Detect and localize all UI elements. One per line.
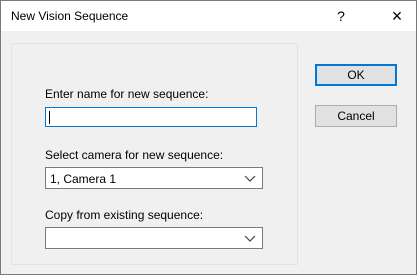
name-label: Enter name for new sequence: xyxy=(45,87,209,101)
chevron-down-icon xyxy=(244,175,256,182)
text-caret xyxy=(49,111,50,124)
sequence-name-input[interactable] xyxy=(45,107,257,127)
copy-sequence-select[interactable] xyxy=(45,227,263,249)
camera-label: Select camera for new sequence: xyxy=(45,148,224,162)
camera-select-value: 1, Camera 1 xyxy=(50,172,117,186)
help-button[interactable]: ? xyxy=(326,1,356,31)
window-title: New Vision Sequence xyxy=(11,9,129,23)
cancel-button[interactable]: Cancel xyxy=(315,105,397,127)
copy-label: Copy from existing sequence: xyxy=(45,208,204,222)
camera-select[interactable]: 1, Camera 1 xyxy=(45,167,263,189)
title-bar: New Vision Sequence ? × xyxy=(1,1,416,31)
ok-button[interactable]: OK xyxy=(315,64,397,86)
chevron-down-icon xyxy=(244,235,256,242)
close-button[interactable]: × xyxy=(379,1,415,31)
new-vision-sequence-dialog: New Vision Sequence ? × Enter name for n… xyxy=(0,0,417,275)
